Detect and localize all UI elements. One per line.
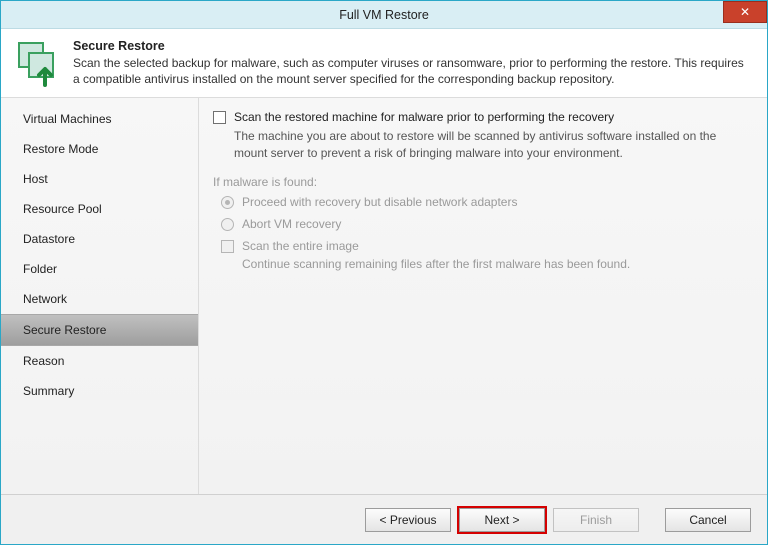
sidebar-item-label: Folder [23, 262, 57, 276]
scan-entire-row: Scan the entire image [221, 239, 745, 253]
radio-abort [221, 218, 234, 231]
body: Virtual Machines Restore Mode Host Resou… [1, 98, 767, 494]
scan-checkbox-label: Scan the restored machine for malware pr… [234, 110, 614, 124]
content: Scan the restored machine for malware pr… [199, 98, 767, 494]
sidebar-item-datastore[interactable]: Datastore [1, 224, 198, 254]
button-label: Next > [484, 513, 519, 527]
button-label: Cancel [689, 513, 726, 527]
window-title: Full VM Restore [1, 8, 767, 22]
sidebar: Virtual Machines Restore Mode Host Resou… [1, 98, 199, 494]
sidebar-item-label: Restore Mode [23, 142, 98, 156]
radio-dot-icon [225, 200, 230, 205]
sidebar-item-host[interactable]: Host [1, 164, 198, 194]
finish-button: Finish [553, 508, 639, 532]
radio-proceed-row: Proceed with recovery but disable networ… [221, 195, 745, 209]
sidebar-item-label: Secure Restore [23, 323, 106, 337]
sidebar-item-label: Virtual Machines [23, 112, 112, 126]
scan-checkbox[interactable] [213, 111, 226, 124]
malware-action-group: If malware is found: Proceed with recove… [213, 175, 745, 271]
scan-entire-checkbox [221, 240, 234, 253]
scan-entire-label: Scan the entire image [242, 239, 359, 253]
header: Secure Restore Scan the selected backup … [1, 29, 767, 98]
sidebar-item-summary[interactable]: Summary [1, 376, 198, 406]
sidebar-item-label: Datastore [23, 232, 75, 246]
footer: < Previous Next > Finish Cancel [1, 494, 767, 544]
close-icon: ✕ [740, 5, 750, 19]
radio-abort-row: Abort VM recovery [221, 217, 745, 231]
sidebar-item-label: Network [23, 292, 67, 306]
sidebar-item-label: Host [23, 172, 48, 186]
button-label: Finish [580, 513, 612, 527]
sidebar-item-reason[interactable]: Reason [1, 346, 198, 376]
sidebar-item-label: Summary [23, 384, 74, 398]
close-button[interactable]: ✕ [723, 1, 767, 23]
wizard-window: Full VM Restore ✕ Secure Restore Scan th… [0, 0, 768, 545]
titlebar: Full VM Restore ✕ [1, 1, 767, 29]
sidebar-item-label: Reason [23, 354, 64, 368]
button-label: < Previous [379, 513, 436, 527]
header-text: Secure Restore Scan the selected backup … [73, 39, 753, 87]
cancel-button[interactable]: Cancel [665, 508, 751, 532]
sidebar-item-secure-restore[interactable]: Secure Restore [1, 314, 198, 346]
scan-entire-description: Continue scanning remaining files after … [242, 257, 745, 271]
sidebar-item-resource-pool[interactable]: Resource Pool [1, 194, 198, 224]
sidebar-item-restore-mode[interactable]: Restore Mode [1, 134, 198, 164]
page-heading: Secure Restore [73, 39, 753, 53]
scan-description: The machine you are about to restore wil… [234, 128, 745, 160]
previous-button[interactable]: < Previous [365, 508, 451, 532]
scan-checkbox-row: Scan the restored machine for malware pr… [213, 110, 745, 124]
sidebar-item-label: Resource Pool [23, 202, 102, 216]
secure-restore-icon [15, 39, 63, 87]
sidebar-item-virtual-machines[interactable]: Virtual Machines [1, 104, 198, 134]
radio-proceed-label: Proceed with recovery but disable networ… [242, 195, 517, 209]
sidebar-item-network[interactable]: Network [1, 284, 198, 314]
page-description: Scan the selected backup for malware, su… [73, 55, 753, 87]
radio-proceed [221, 196, 234, 209]
malware-group-title: If malware is found: [213, 175, 745, 189]
next-button[interactable]: Next > [459, 508, 545, 532]
radio-abort-label: Abort VM recovery [242, 217, 341, 231]
sidebar-item-folder[interactable]: Folder [1, 254, 198, 284]
